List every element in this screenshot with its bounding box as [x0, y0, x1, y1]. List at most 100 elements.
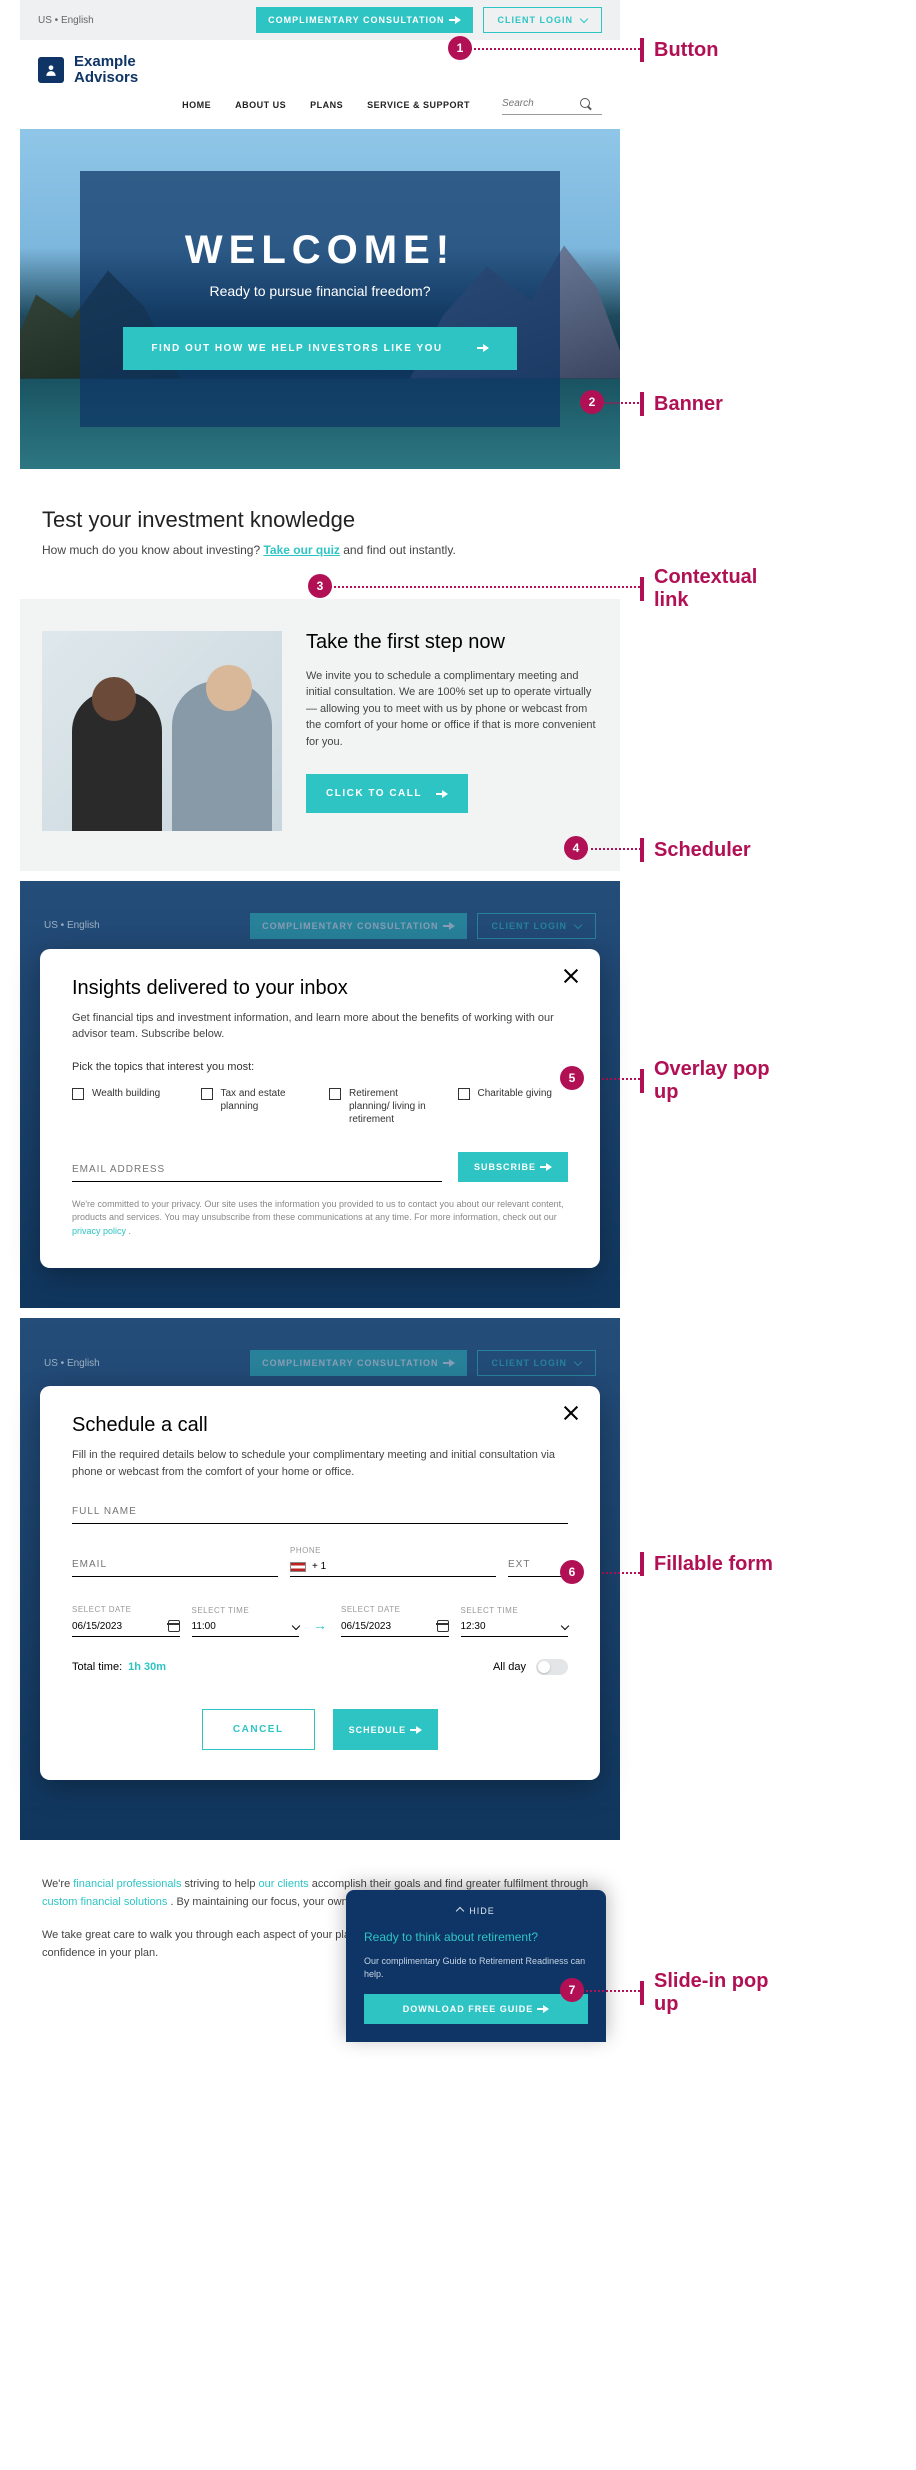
- topics-row: Wealth building Tax and estate planning …: [72, 1087, 568, 1126]
- quiz-text-pre: How much do you know about investing?: [42, 543, 263, 557]
- banner-cta-button[interactable]: FIND OUT HOW WE HELP INVESTORS LIKE YOU: [123, 327, 516, 370]
- close-icon[interactable]: [562, 1404, 580, 1422]
- close-icon[interactable]: [562, 967, 580, 985]
- click-to-call-button[interactable]: CLICK TO CALL: [306, 774, 468, 813]
- banner-overlay: WELCOME! Ready to pursue financial freed…: [80, 171, 560, 427]
- search-input[interactable]: [502, 98, 580, 109]
- end-date-input[interactable]: 06/15/2023: [341, 1616, 449, 1637]
- annotation-label-banner: Banner: [640, 392, 723, 416]
- email-input[interactable]: [72, 1158, 442, 1182]
- topic-tax[interactable]: Tax and estate planning: [201, 1087, 312, 1126]
- arrow-right-icon: [416, 1726, 422, 1734]
- phone-label: PHONE: [290, 1546, 496, 1555]
- start-time-input[interactable]: 11:00: [192, 1617, 300, 1637]
- topic-label: Charitable giving: [478, 1087, 553, 1126]
- checkbox-icon[interactable]: [329, 1088, 341, 1100]
- quiz-link[interactable]: Take our quiz: [263, 543, 339, 557]
- quiz-heading: Test your investment knowledge: [42, 507, 598, 533]
- topic-retirement[interactable]: Retirement planning/ living in retiremen…: [329, 1087, 440, 1126]
- search-field[interactable]: [502, 96, 602, 115]
- ext-input[interactable]: [508, 1553, 568, 1577]
- subscribe-desc: Get financial tips and investment inform…: [72, 1010, 568, 1043]
- download-guide-button[interactable]: DOWNLOAD FREE GUIDE: [364, 1994, 588, 2024]
- our-clients-link[interactable]: our clients: [259, 1878, 309, 1890]
- email-input-sched[interactable]: [72, 1553, 278, 1577]
- checkbox-icon[interactable]: [458, 1088, 470, 1100]
- annotation-badge-3: 3: [308, 574, 332, 598]
- checkbox-icon[interactable]: [72, 1088, 84, 1100]
- topic-label: Wealth building: [92, 1087, 160, 1126]
- schedule-button[interactable]: SCHEDULE: [333, 1709, 439, 1750]
- arrow-right-icon: [455, 16, 461, 24]
- search-icon: [580, 98, 592, 110]
- flag-icon: [290, 1562, 306, 1572]
- schedule-desc: Fill in the required details below to sc…: [72, 1447, 568, 1480]
- select-time-label-2: SELECT TIME: [461, 1606, 569, 1615]
- topic-charitable[interactable]: Charitable giving: [458, 1087, 569, 1126]
- nav-plans[interactable]: PLANS: [310, 100, 343, 110]
- client-login-button-dim2: CLIENT LOGIN: [477, 1350, 597, 1376]
- privacy-policy-link[interactable]: privacy policy: [72, 1226, 126, 1236]
- annotation-label-contextual: Contextual link: [640, 566, 794, 612]
- first-step-body: We invite you to schedule a complimentar…: [306, 668, 598, 751]
- nav-service[interactable]: SERVICE & SUPPORT: [367, 100, 470, 110]
- locale-text-dim: US • English: [44, 920, 100, 931]
- phone-prefix: + 1: [312, 1561, 326, 1572]
- hero-banner: WELCOME! Ready to pursue financial freed…: [20, 129, 620, 469]
- client-login-label: CLIENT LOGIN: [498, 15, 574, 25]
- annotation-badge-4: 4: [564, 836, 588, 860]
- arrow-right-icon: [483, 344, 489, 352]
- first-step-heading: Take the first step now: [306, 631, 598, 654]
- annotation-badge-6: 6: [560, 1560, 584, 1584]
- start-date-input[interactable]: 06/15/2023: [72, 1616, 180, 1637]
- client-login-button-dim: CLIENT LOGIN: [477, 913, 597, 939]
- annotation-badge-2: 2: [580, 390, 604, 414]
- slide-in-popup: HIDE Ready to think about retirement? Ou…: [346, 1890, 606, 2043]
- custom-solutions-link[interactable]: custom financial solutions: [42, 1896, 167, 1908]
- bottom-text-section: We're financial professionals striving t…: [20, 1840, 620, 2052]
- main-nav: HOME ABOUT US PLANS SERVICE & SUPPORT: [20, 96, 620, 129]
- topic-wealth[interactable]: Wealth building: [72, 1087, 183, 1126]
- client-login-button[interactable]: CLIENT LOGIN: [483, 7, 603, 33]
- select-date-label: SELECT DATE: [72, 1605, 180, 1614]
- banner-cta-label: FIND OUT HOW WE HELP INVESTORS LIKE YOU: [151, 343, 442, 354]
- all-day-toggle[interactable]: [536, 1659, 568, 1675]
- arrow-separator-icon: →: [311, 1617, 329, 1633]
- brand-line1: Example: [74, 54, 138, 70]
- chevron-down-icon: [292, 1621, 300, 1629]
- annotation-label-scheduler: Scheduler: [640, 838, 751, 862]
- annotation-label-overlay: Overlay pop up: [640, 1058, 774, 1104]
- topic-label: Retirement planning/ living in retiremen…: [349, 1087, 440, 1126]
- topbar: US • English COMPLIMENTARY CONSULTATION …: [20, 0, 620, 40]
- slidein-question: Ready to think about retirement?: [364, 1928, 588, 1947]
- annotation-line-7: [582, 1990, 640, 1992]
- financial-professionals-link[interactable]: financial professionals: [73, 1878, 181, 1890]
- cancel-button[interactable]: CANCEL: [202, 1709, 315, 1750]
- all-day-label: All day: [493, 1661, 526, 1673]
- annotation-line-1: [470, 48, 640, 50]
- annotation-badge-7: 7: [560, 1978, 584, 2002]
- end-time-input[interactable]: 12:30: [461, 1617, 569, 1637]
- annotation-line-4: [586, 848, 641, 850]
- chevron-up-icon: [456, 1907, 464, 1915]
- nav-about[interactable]: ABOUT US: [235, 100, 286, 110]
- annotation-badge-1: 1: [448, 36, 472, 60]
- brand-line2: Advisors: [74, 70, 138, 86]
- consultation-button-label: COMPLIMENTARY CONSULTATION: [268, 15, 444, 25]
- phone-input[interactable]: + 1: [290, 1557, 496, 1577]
- checkbox-icon[interactable]: [201, 1088, 213, 1100]
- schedule-modal: Schedule a call Fill in the required det…: [40, 1386, 600, 1780]
- hide-button[interactable]: HIDE: [364, 1904, 588, 1918]
- consultation-button[interactable]: COMPLIMENTARY CONSULTATION: [256, 7, 472, 33]
- nav-home[interactable]: HOME: [182, 100, 211, 110]
- schedule-heading: Schedule a call: [72, 1414, 568, 1437]
- arrow-right-icon: [543, 2005, 549, 2013]
- subscribe-button[interactable]: SUBSCRIBE: [458, 1152, 568, 1182]
- consultation-button-dim: COMPLIMENTARY CONSULTATION: [250, 913, 466, 939]
- privacy-text: We're committed to your privacy. Our sit…: [72, 1198, 568, 1239]
- topics-label: Pick the topics that interest you most:: [72, 1061, 568, 1073]
- start-date-value: 06/15/2023: [72, 1621, 122, 1632]
- select-date-label-2: SELECT DATE: [341, 1605, 449, 1614]
- full-name-input[interactable]: [72, 1500, 568, 1524]
- schedule-button-label: SCHEDULE: [349, 1725, 407, 1735]
